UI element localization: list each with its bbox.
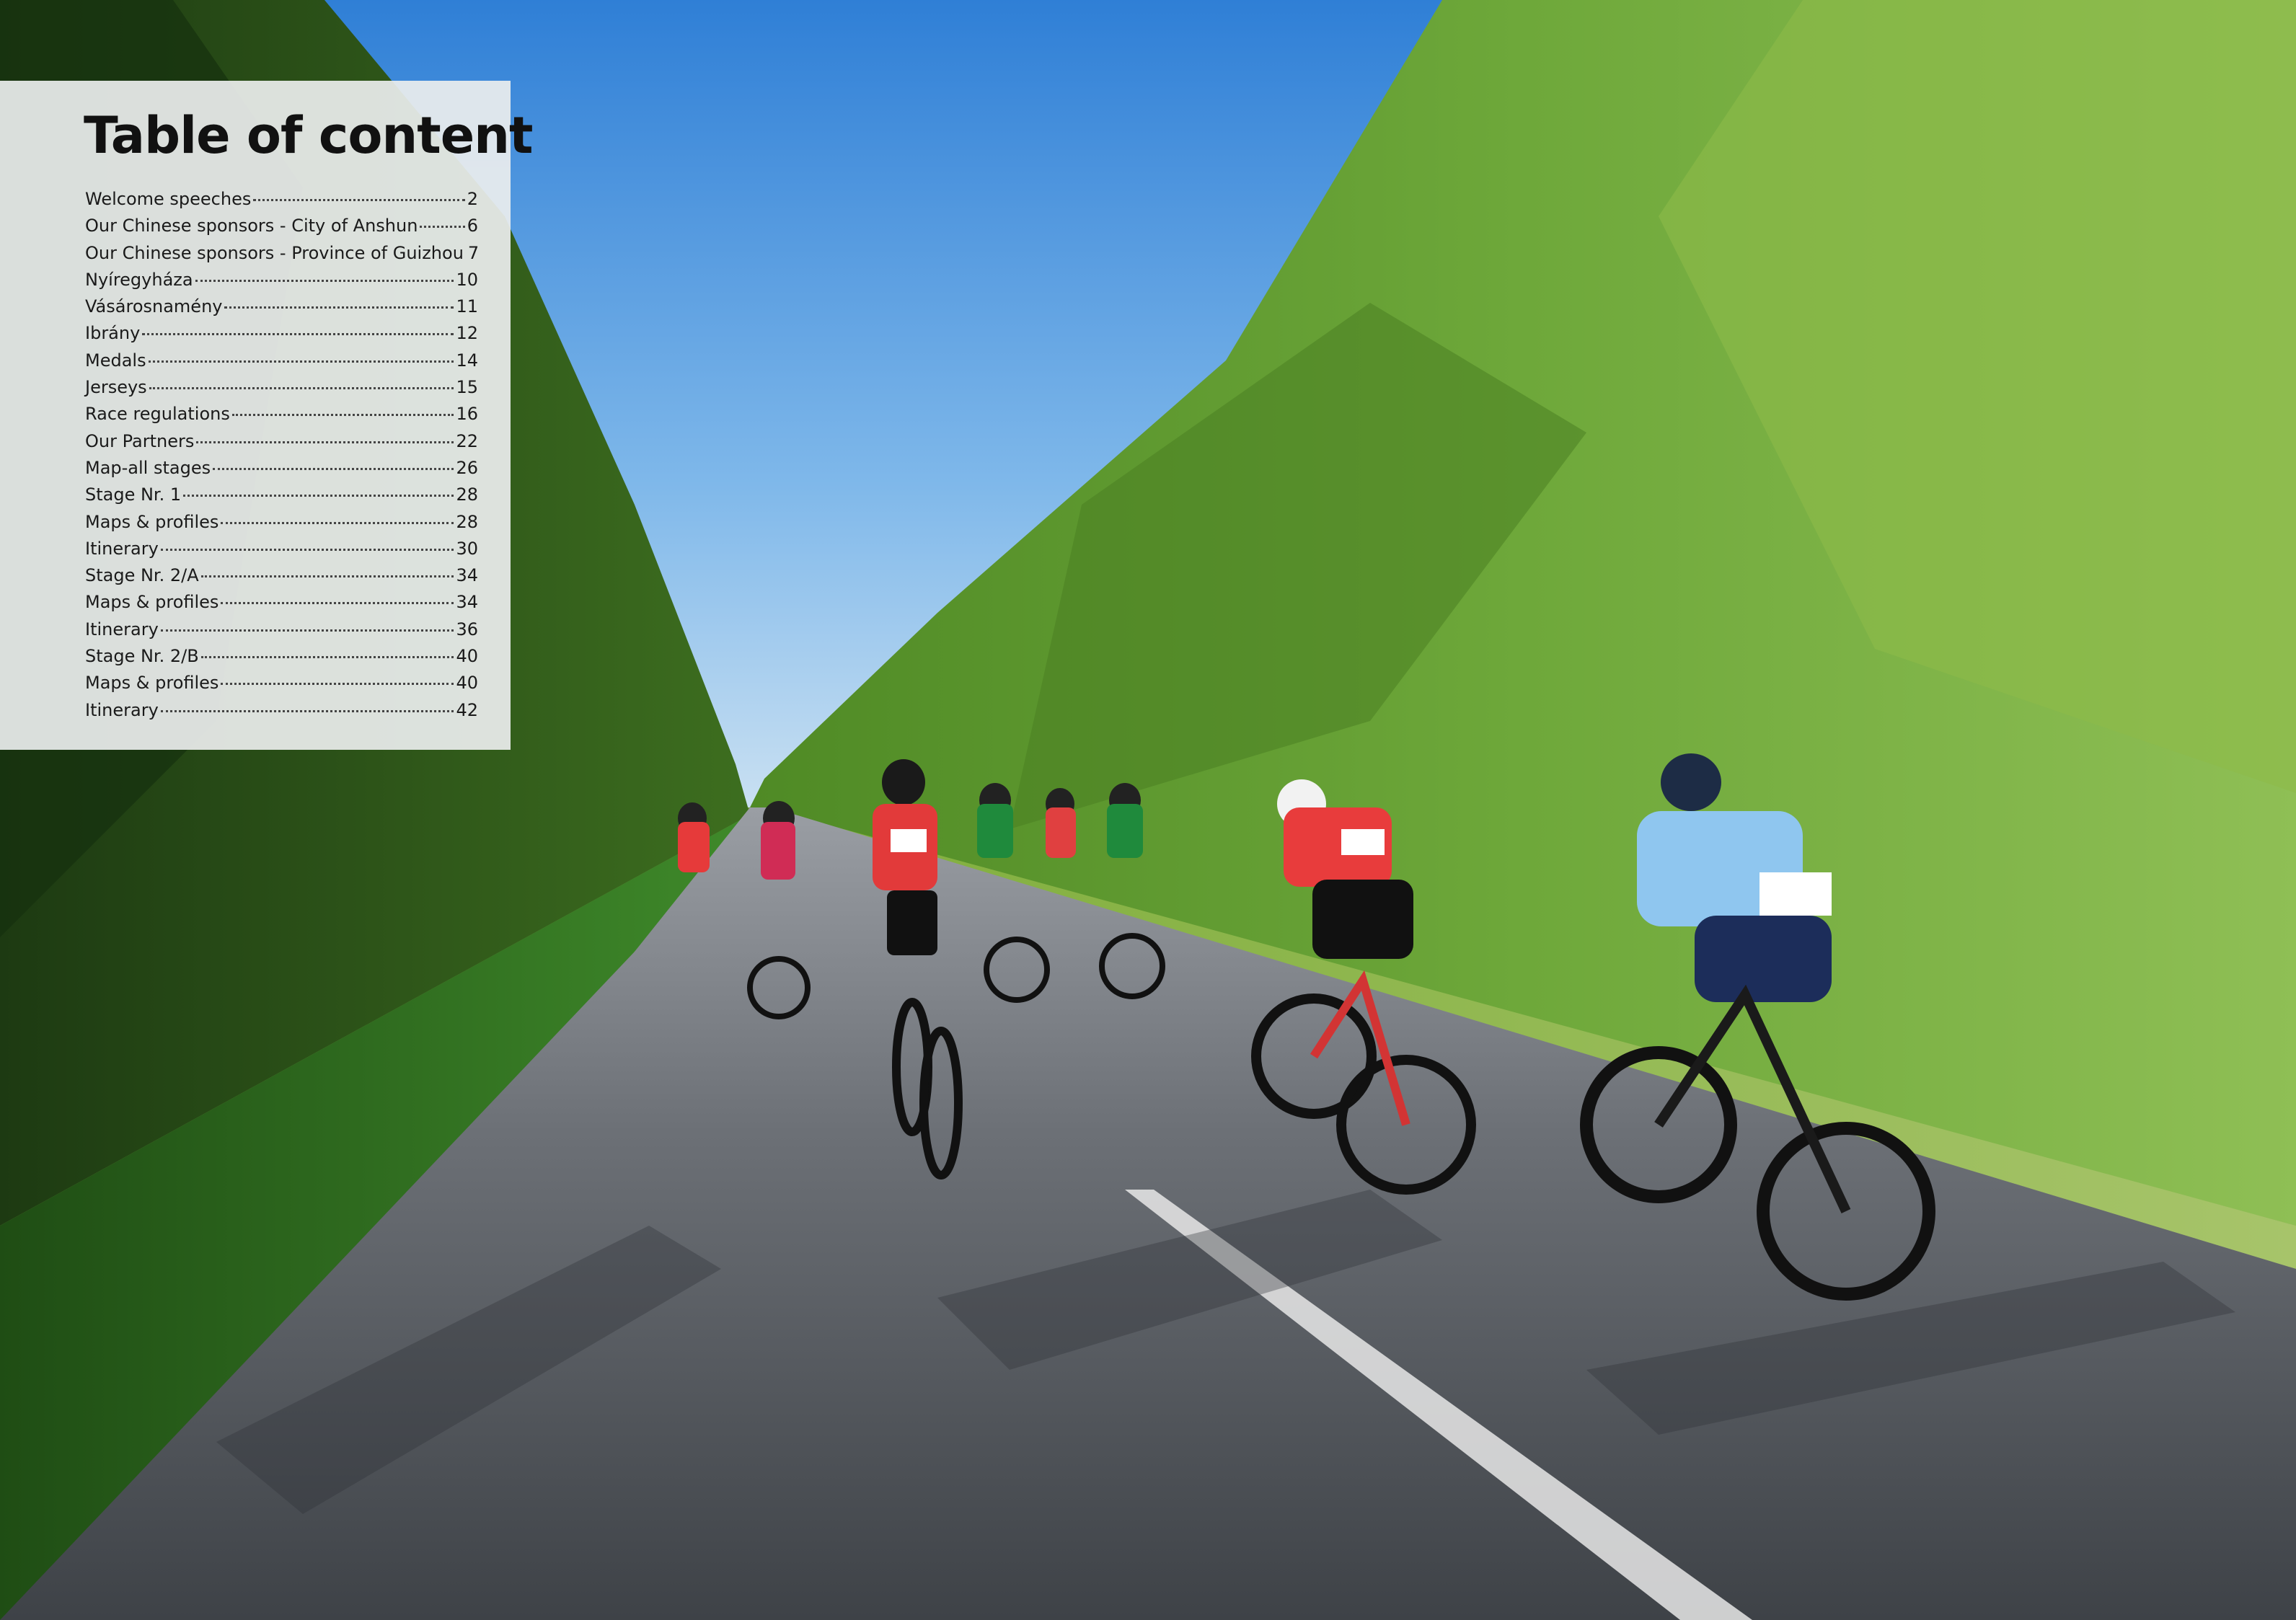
toc-dot-leader bbox=[160, 548, 454, 551]
toc-entry[interactable]: Itinerary 30 bbox=[85, 539, 478, 565]
toc-dot-leader bbox=[200, 656, 454, 659]
toc-entry-label: Nyíregyháza bbox=[85, 269, 193, 290]
toc-entry-label: Stage Nr. 1 bbox=[85, 484, 182, 505]
toc-entry-page: 34 bbox=[456, 592, 478, 613]
toc-entry[interactable]: Medals 14 bbox=[85, 350, 478, 377]
table-of-content-panel: Table of content Welcome speeches 2 Our C… bbox=[0, 81, 533, 750]
toc-entry-label: Itinerary bbox=[85, 538, 159, 559]
toc-dot-leader bbox=[420, 226, 465, 229]
toc-entry[interactable]: Map-all stages 26 bbox=[85, 458, 478, 484]
toc-entry-page: 34 bbox=[456, 565, 478, 586]
toc-dot-leader bbox=[160, 629, 454, 632]
toc-dot-leader bbox=[253, 199, 465, 201]
toc-entry-label: Our Partners bbox=[85, 430, 195, 451]
toc-dot-leader bbox=[231, 414, 454, 417]
toc-entry-label: Map-all stages bbox=[85, 457, 211, 478]
toc-entry-label: Jerseys bbox=[85, 377, 147, 398]
toc-entry[interactable]: Ibrány 12 bbox=[85, 323, 478, 350]
toc-dot-leader bbox=[160, 709, 454, 712]
toc-entry-label: Maps & profiles bbox=[85, 511, 219, 532]
toc-entry[interactable]: Welcome speeches 2 bbox=[85, 189, 478, 216]
toc-dot-leader bbox=[221, 521, 454, 524]
toc-entry[interactable]: Our Chinese sponsors - City of Anshun 6 bbox=[85, 216, 478, 242]
toc-dot-leader bbox=[221, 602, 454, 605]
toc-entry[interactable]: Maps & profiles 28 bbox=[85, 512, 478, 539]
toc-entry[interactable]: Jerseys 15 bbox=[85, 377, 478, 404]
toc-entry[interactable]: Vásárosnamény 11 bbox=[85, 296, 478, 323]
toc-entry[interactable]: Stage Nr. 2/B 40 bbox=[85, 646, 478, 673]
toc-dot-leader bbox=[149, 387, 454, 390]
toc-dot-leader bbox=[213, 467, 454, 470]
toc-entry[interactable]: Nyíregyháza 10 bbox=[85, 270, 478, 296]
toc-entry-page: 30 bbox=[456, 538, 478, 559]
toc-entry-page: 22 bbox=[456, 430, 478, 451]
toc-dot-leader bbox=[224, 306, 454, 309]
toc-entry-page: 15 bbox=[456, 377, 478, 398]
toc-entry[interactable]: Race regulations 16 bbox=[85, 404, 478, 430]
toc-entry-label: Welcome speeches bbox=[85, 189, 252, 209]
toc-entry-page: 6 bbox=[467, 216, 478, 236]
toc-entry-label: Vásárosnamény bbox=[85, 296, 223, 317]
toc-entry-page: 16 bbox=[456, 404, 478, 425]
toc-entry-label: Our Chinese sponsors - City of Anshun bbox=[85, 216, 418, 236]
toc-entry-label: Itinerary bbox=[85, 699, 159, 720]
toc-entry-label: Stage Nr. 2/A bbox=[85, 565, 199, 586]
toc-entry-label: Our Chinese sponsors - Province of Guizh… bbox=[85, 242, 464, 263]
toc-entry[interactable]: Maps & profiles 34 bbox=[85, 592, 478, 619]
toc-entry[interactable]: Our Partners 22 bbox=[85, 431, 478, 458]
toc-entry-page: 42 bbox=[456, 699, 478, 720]
toc-entry-page: 14 bbox=[456, 350, 478, 371]
toc-entry[interactable]: Itinerary 36 bbox=[85, 619, 478, 646]
toc-entry-label: Itinerary bbox=[85, 619, 159, 639]
toc-dot-leader bbox=[183, 495, 454, 497]
toc-entry[interactable]: Stage Nr. 2/A 34 bbox=[85, 565, 478, 592]
brochure-page: Table of content Welcome speeches 2 Our C… bbox=[0, 0, 2296, 1620]
toc-entry-page: 11 bbox=[456, 296, 478, 317]
toc-entry-label: Ibrány bbox=[85, 323, 141, 344]
toc-entry-page: 7 bbox=[467, 242, 480, 263]
toc-list: Welcome speeches 2 Our Chinese sponsors -… bbox=[85, 189, 480, 727]
toc-entry-page: 40 bbox=[456, 673, 478, 694]
toc-entry-page: 40 bbox=[456, 646, 478, 667]
toc-dot-leader bbox=[195, 279, 454, 282]
toc-entry[interactable]: Stage Nr. 1 28 bbox=[85, 484, 478, 511]
toc-entry-label: Race regulations bbox=[85, 404, 230, 425]
toc-entry-label: Medals bbox=[85, 350, 146, 371]
toc-dot-leader bbox=[221, 683, 454, 686]
toc-entry[interactable]: Itinerary 42 bbox=[85, 700, 478, 727]
toc-entry-page: 28 bbox=[456, 511, 478, 532]
toc-entry-label: Maps & profiles bbox=[85, 673, 219, 694]
toc-dot-leader bbox=[148, 360, 454, 363]
toc-entry-page: 2 bbox=[467, 189, 478, 209]
toc-entry-page: 28 bbox=[456, 484, 478, 505]
toc-entry[interactable]: Maps & profiles 40 bbox=[85, 673, 478, 699]
toc-entry-page: 36 bbox=[456, 619, 478, 639]
toc-entry-page: 10 bbox=[456, 269, 478, 290]
toc-entry-page: 26 bbox=[456, 457, 478, 478]
toc-entry-label: Maps & profiles bbox=[85, 592, 219, 613]
toc-entry-label: Stage Nr. 2/B bbox=[85, 646, 199, 667]
toc-dot-leader bbox=[196, 441, 454, 443]
toc-dot-leader bbox=[142, 333, 454, 336]
toc-dot-leader bbox=[200, 575, 454, 578]
toc-title: Table of content bbox=[84, 106, 533, 165]
toc-entry-page: 12 bbox=[456, 323, 478, 344]
toc-entry[interactable]: Our Chinese sponsors - Province of Guizh… bbox=[85, 242, 480, 270]
